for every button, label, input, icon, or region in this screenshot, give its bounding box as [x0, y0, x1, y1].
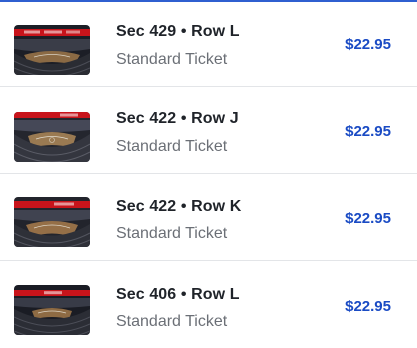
seat-view-thumbnail — [14, 25, 90, 75]
section-label: Sec 429 — [116, 23, 177, 40]
seat-location: Sec 429 • Row L — [116, 23, 240, 41]
ticket-listing-row[interactable]: Sec 406 • Row L Standard Ticket $22.95 — [0, 261, 417, 348]
section-label: Sec 422 — [116, 110, 177, 127]
seat-location: Sec 406 • Row L — [116, 286, 240, 304]
ticket-listing-row[interactable]: Sec 422 • Row J Standard Ticket $22.95 — [0, 87, 417, 174]
separator-dot: • — [180, 198, 187, 215]
seat-view-thumbnail — [14, 285, 90, 335]
ticket-listing-row[interactable]: Sec 429 • Row L Standard Ticket $22.95 — [0, 0, 417, 87]
seat-location: Sec 422 • Row J — [116, 110, 239, 128]
ticket-type-label: Standard Ticket — [116, 225, 228, 242]
arena-seat-view-image — [14, 25, 90, 75]
row-label: Row L — [191, 286, 240, 303]
seat-location: Sec 422 • Row K — [116, 198, 241, 216]
arena-seat-view-image — [14, 197, 90, 247]
separator-dot: • — [180, 286, 187, 303]
separator-dot: • — [180, 23, 187, 40]
price-label: $22.95 — [345, 36, 391, 53]
section-label: Sec 422 — [116, 198, 177, 215]
row-label: Row K — [191, 198, 242, 215]
price-label: $22.95 — [345, 123, 391, 140]
seat-view-thumbnail — [14, 112, 90, 162]
section-label: Sec 406 — [116, 286, 177, 303]
price-label: $22.95 — [345, 210, 391, 227]
seat-view-thumbnail — [14, 197, 90, 247]
row-label: Row L — [191, 23, 240, 40]
ticket-type-label: Standard Ticket — [116, 138, 228, 155]
separator-dot: • — [180, 110, 187, 127]
arena-seat-view-image — [14, 285, 90, 335]
row-label: Row J — [191, 110, 239, 127]
ticket-listing-list: Sec 429 • Row L Standard Ticket $22.95 S — [0, 0, 417, 348]
ticket-type-label: Standard Ticket — [116, 313, 228, 330]
arena-seat-view-image — [14, 112, 90, 162]
ticket-listing-row[interactable]: Sec 422 • Row K Standard Ticket $22.95 — [0, 174, 417, 261]
ticket-type-label: Standard Ticket — [116, 51, 228, 68]
price-label: $22.95 — [345, 298, 391, 315]
